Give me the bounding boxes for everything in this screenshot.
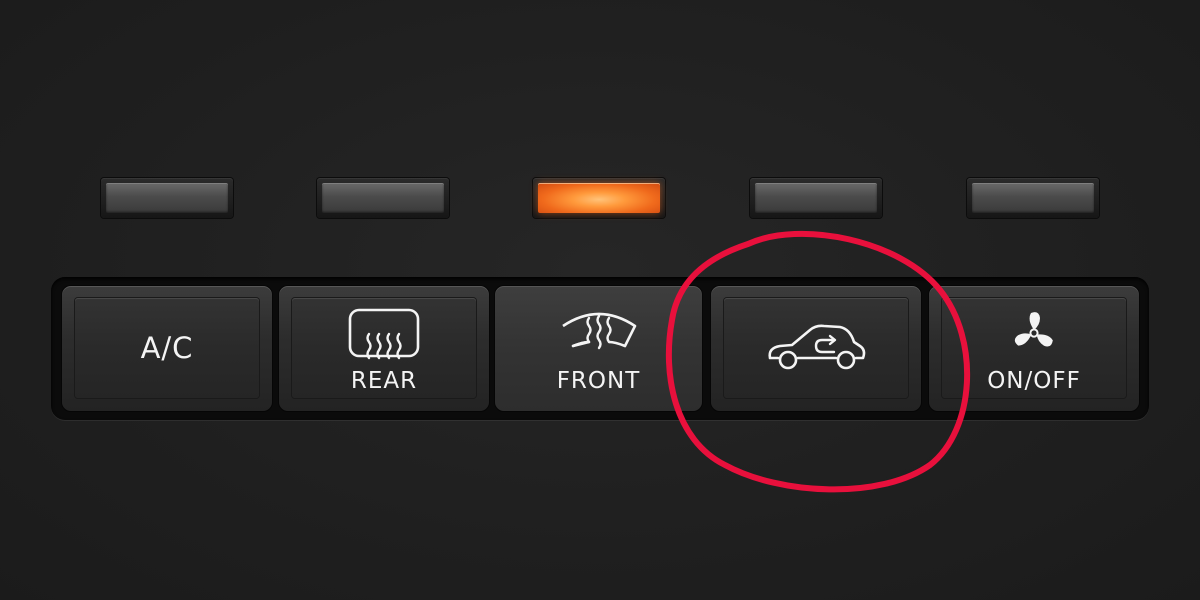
air-recirculation-icon <box>768 324 866 370</box>
indicator-lens <box>322 183 444 213</box>
rear-defrost-indicator-light <box>317 178 449 218</box>
ac-button[interactable]: A/C <box>62 286 272 411</box>
rear-defrost-button[interactable]: REAR <box>279 286 489 411</box>
ac-button-label: A/C <box>140 331 194 365</box>
indicator-lens <box>538 183 660 213</box>
fan-icon <box>1014 312 1053 347</box>
air-recirculation-button[interactable] <box>711 286 921 411</box>
front-defrost-label: FRONT <box>556 368 641 394</box>
indicator-lens <box>972 183 1094 213</box>
indicator-lens <box>755 183 877 213</box>
fan-on-off-label: ON/OFF <box>987 368 1081 394</box>
recirculation-indicator-light <box>750 178 882 218</box>
rear-defrost-label: REAR <box>350 368 418 394</box>
rear-defrost-icon <box>348 308 420 360</box>
front-defrost-button[interactable]: FRONT <box>495 286 702 411</box>
fan-button[interactable]: ON/OFF <box>929 286 1139 411</box>
fan-indicator-light <box>967 178 1099 218</box>
front-defrost-icon <box>561 312 636 350</box>
indicator-lens <box>106 183 228 213</box>
ac-indicator-light <box>101 178 233 218</box>
front-defrost-indicator-light <box>533 178 665 218</box>
